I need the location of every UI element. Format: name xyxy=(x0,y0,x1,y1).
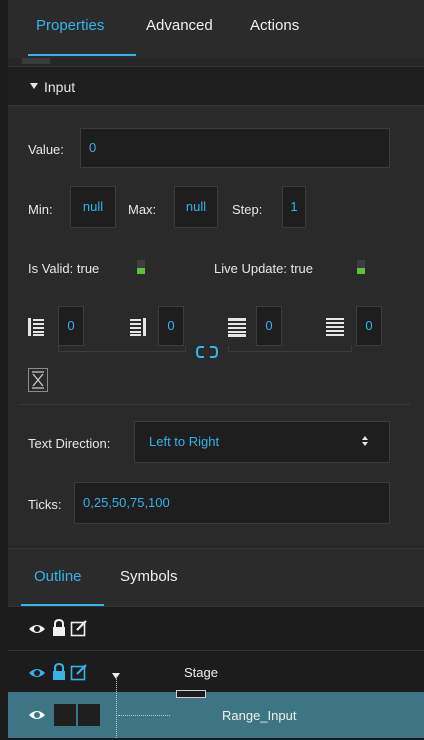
is-valid-label: Is Valid: true xyxy=(28,261,100,276)
range-input-label: Range_Input xyxy=(222,708,297,723)
outline-row-range-input[interactable]: Range_Input xyxy=(8,690,424,738)
value-input[interactable]: 0 xyxy=(80,128,390,168)
properties-tabbar: Properties Advanced Actions xyxy=(8,0,424,58)
min-input[interactable]: null xyxy=(70,186,116,228)
align-justify-input[interactable]: 0 xyxy=(356,306,382,346)
is-valid-toggle[interactable] xyxy=(137,260,145,274)
align-left-icon[interactable] xyxy=(28,318,44,336)
divider xyxy=(20,404,410,405)
tab-actions[interactable]: Actions xyxy=(250,17,299,34)
tab-advanced[interactable]: Advanced xyxy=(146,17,213,34)
eye-icon[interactable] xyxy=(28,709,46,721)
lock-icon[interactable] xyxy=(52,663,66,681)
text-direction-label: Text Direction: xyxy=(28,436,111,451)
align-left-input[interactable]: 0 xyxy=(58,306,84,346)
outline-row-stage[interactable]: Stage xyxy=(8,650,424,692)
lock-toggle[interactable] xyxy=(54,704,76,726)
live-update-label: Live Update: true xyxy=(214,261,314,276)
stage-label: Stage xyxy=(184,665,218,680)
input-section-header[interactable]: Input xyxy=(8,66,424,106)
tab-outline[interactable]: Outline xyxy=(34,568,82,585)
max-input[interactable]: null xyxy=(174,186,218,228)
tab-stub xyxy=(22,58,50,64)
align-justify-icon[interactable] xyxy=(326,318,344,336)
value-label: Value: xyxy=(28,142,64,157)
align-right-icon[interactable] xyxy=(130,318,146,336)
align-right-input[interactable]: 0 xyxy=(158,306,184,346)
outline-toolbar xyxy=(8,606,424,650)
tree-connector xyxy=(118,715,170,716)
edit-icon[interactable] xyxy=(70,663,88,681)
select-arrows-icon xyxy=(362,436,368,446)
ticks-input[interactable]: 0,25,50,75,100 xyxy=(74,482,390,524)
tab-symbols[interactable]: Symbols xyxy=(120,568,178,585)
align-group-right-bracket xyxy=(228,346,352,352)
caret-down-icon xyxy=(30,83,38,89)
live-update-toggle[interactable] xyxy=(357,260,365,274)
text-direction-select[interactable]: Left to Right xyxy=(134,421,390,463)
align-group-left-bracket xyxy=(58,346,186,352)
left-edge xyxy=(0,0,8,740)
collapse-icon[interactable] xyxy=(28,368,48,392)
eye-icon[interactable] xyxy=(28,623,46,635)
max-label: Max: xyxy=(128,202,157,217)
step-label: Step: xyxy=(232,202,263,217)
tree-connector xyxy=(116,676,117,740)
active-tab-indicator xyxy=(28,54,136,56)
text-direction-value: Left to Right xyxy=(149,434,220,449)
link-icon[interactable] xyxy=(196,346,218,358)
edit-toggle[interactable] xyxy=(78,704,100,726)
section-title: Input xyxy=(44,79,76,95)
outline-tabbar: Outline Symbols xyxy=(8,548,424,606)
align-center-input[interactable]: 0 xyxy=(256,306,282,346)
min-label: Min: xyxy=(28,202,53,217)
ticks-label: Ticks: xyxy=(28,497,62,512)
range-input-thumbnail-icon xyxy=(176,690,206,698)
eye-icon[interactable] xyxy=(28,667,46,679)
step-input[interactable]: 1 xyxy=(282,186,306,228)
align-center-icon[interactable] xyxy=(228,318,246,337)
tab-properties[interactable]: Properties xyxy=(36,17,104,34)
edit-icon[interactable] xyxy=(70,619,88,637)
lock-icon[interactable] xyxy=(52,619,66,637)
